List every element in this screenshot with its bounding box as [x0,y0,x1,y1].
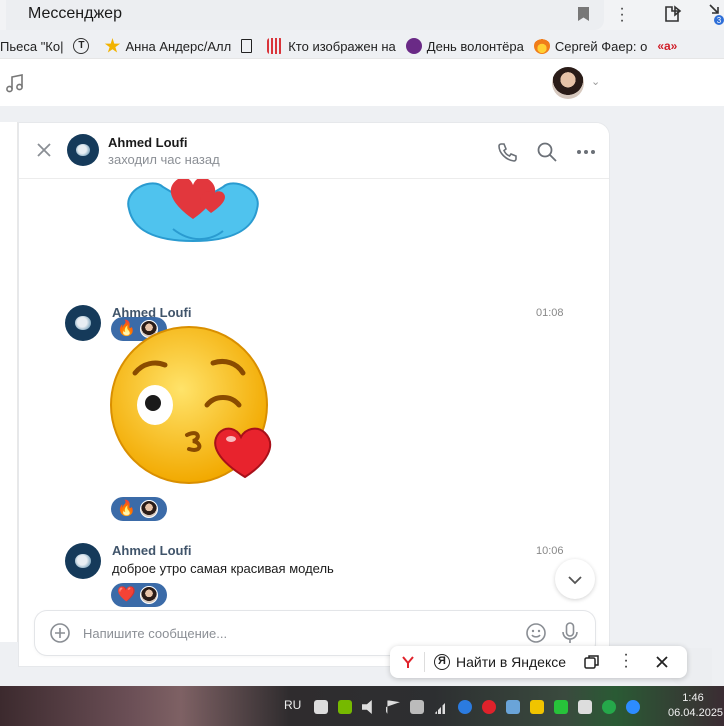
bookmark-item[interactable]: Кто изображен на [267,38,396,54]
clock-date: 06.04.2025 [668,707,724,719]
download-badge: 3 [717,16,722,25]
reaction-badge[interactable]: ❤️ [111,583,167,607]
chat-header: Ahmed Loufi заходил час назад [19,123,609,179]
usb-icon[interactable] [314,700,328,714]
bookmark-item[interactable]: Пьеса "Ко| [0,39,63,54]
language-indicator[interactable]: RU [284,698,301,712]
clock-time: 1:46 [682,692,704,704]
yandex-search-icon: Я [434,654,450,670]
find-in-yandex-button[interactable]: Найти в Яндексе [456,654,566,670]
sticker-kiss-wink[interactable] [109,325,281,485]
bookmark-item[interactable]: «а» [657,39,677,53]
yandex-browser-icon [402,656,414,668]
contact-status: заходил час назад [108,152,220,167]
yandex-selection-bar: Я Найти в Яндексе · · · [390,646,687,678]
reaction-avatar [139,586,158,604]
message-text[interactable]: доброе утро самая красивая модель [112,561,334,576]
more-vertical-icon[interactable]: · · · [622,647,630,675]
clock[interactable]: 1:46 06.04.2025 [668,691,724,721]
k-app-icon[interactable] [602,700,616,714]
windows-taskbar: RU 1:46 06.04.2025 [0,686,724,726]
bookmark-item[interactable] [241,39,257,53]
message-time: 01:08 [536,307,564,319]
close-icon[interactable] [34,140,54,160]
bookmark-item[interactable]: Сергей Фаер: о [533,38,648,54]
downloads-icon[interactable]: 3 [706,3,724,25]
message-time: 10:06 [536,545,564,557]
bluetooth-icon[interactable] [458,700,472,714]
address-bar[interactable]: Мессенджер [6,0,604,30]
reaction-emoji: ❤️ [117,586,136,603]
bookmark-label: Кто изображен на [288,38,396,54]
more-icon[interactable] [575,141,597,163]
nvidia-icon[interactable] [338,700,352,714]
message-sender[interactable]: Ahmed Loufi [112,305,191,320]
music-icon[interactable] [4,72,26,94]
emoji-icon[interactable] [525,622,547,644]
chevron-down-icon [568,576,582,585]
copy-icon[interactable] [584,654,600,670]
divider [424,652,425,672]
chevron-down-icon[interactable]: ⌄ [591,75,600,88]
a-icon: «а» [657,39,678,53]
bookmark-icon[interactable] [578,7,589,21]
bookmark-item[interactable]: День волонтёра [405,38,524,54]
reaction-emoji: 🔥 [117,500,136,517]
user-avatar[interactable] [552,67,584,99]
reaction-badge[interactable]: 🔥 [111,497,167,521]
bookmark-item[interactable]: T [73,38,94,54]
contact-name[interactable]: Ahmed Loufi [108,135,187,150]
attach-plus-icon[interactable] [49,622,71,644]
search-icon[interactable] [536,141,558,163]
chat-window: Ahmed Loufi заходил час назад 🔥 Ahmed Lo… [18,122,610,667]
message-sender[interactable]: Ahmed Loufi [112,543,191,558]
contact-avatar[interactable] [67,134,99,166]
sender-avatar[interactable] [65,305,101,341]
extensions-icon[interactable] [663,5,683,23]
message-input[interactable] [83,623,463,643]
doc-icon [241,39,253,53]
bookmark-label: День волонтёра [426,38,524,54]
sticker-hug-heart[interactable] [123,179,263,251]
message-list: 🔥 Ahmed Loufi 01:08 🔥 Ahmed Loufi 10:06 … [19,179,609,612]
bookmark-label: Анна Андерс/Алл [125,38,232,54]
browser-titlebar: Мессенджер · · · 3 [0,0,724,30]
opera-icon[interactable] [482,700,496,714]
volume-icon[interactable] [362,700,372,714]
circle-t-icon: T [73,38,90,54]
plus-app-icon[interactable] [530,700,544,714]
sound-icon [267,38,284,54]
ok-icon [405,38,422,54]
keyboard-icon[interactable] [410,700,424,714]
sender-avatar[interactable] [65,543,101,579]
bookmark-label: Сергей Фаер: о [554,38,648,54]
close-icon[interactable] [654,654,670,670]
bookmarks-bar: Пьеса "Ко| T Анна Андерс/Алл Кто изображ… [0,34,724,58]
browser-menu-icon[interactable]: · · · [618,1,626,29]
app-icon[interactable] [506,700,520,714]
scroll-down-button[interactable] [555,559,595,599]
zoom-icon[interactable] [626,700,640,714]
star-icon [104,38,121,53]
bookmark-label: Пьеса "Ко| [0,38,64,54]
microphone-icon[interactable] [561,621,579,645]
green-app-icon[interactable] [554,700,568,714]
phone-icon[interactable] [496,141,518,163]
tab-title: Мессенджер [28,5,122,22]
network-icon[interactable] [434,700,448,714]
flag-icon[interactable] [386,700,400,714]
bookmark-item[interactable]: Анна Андерс/Алл [104,38,231,54]
app-header: ⌄ [0,58,724,106]
reaction-avatar [139,500,158,518]
lock-icon[interactable] [578,700,592,714]
chat-list-panel [0,122,18,642]
flame-icon [533,38,550,54]
